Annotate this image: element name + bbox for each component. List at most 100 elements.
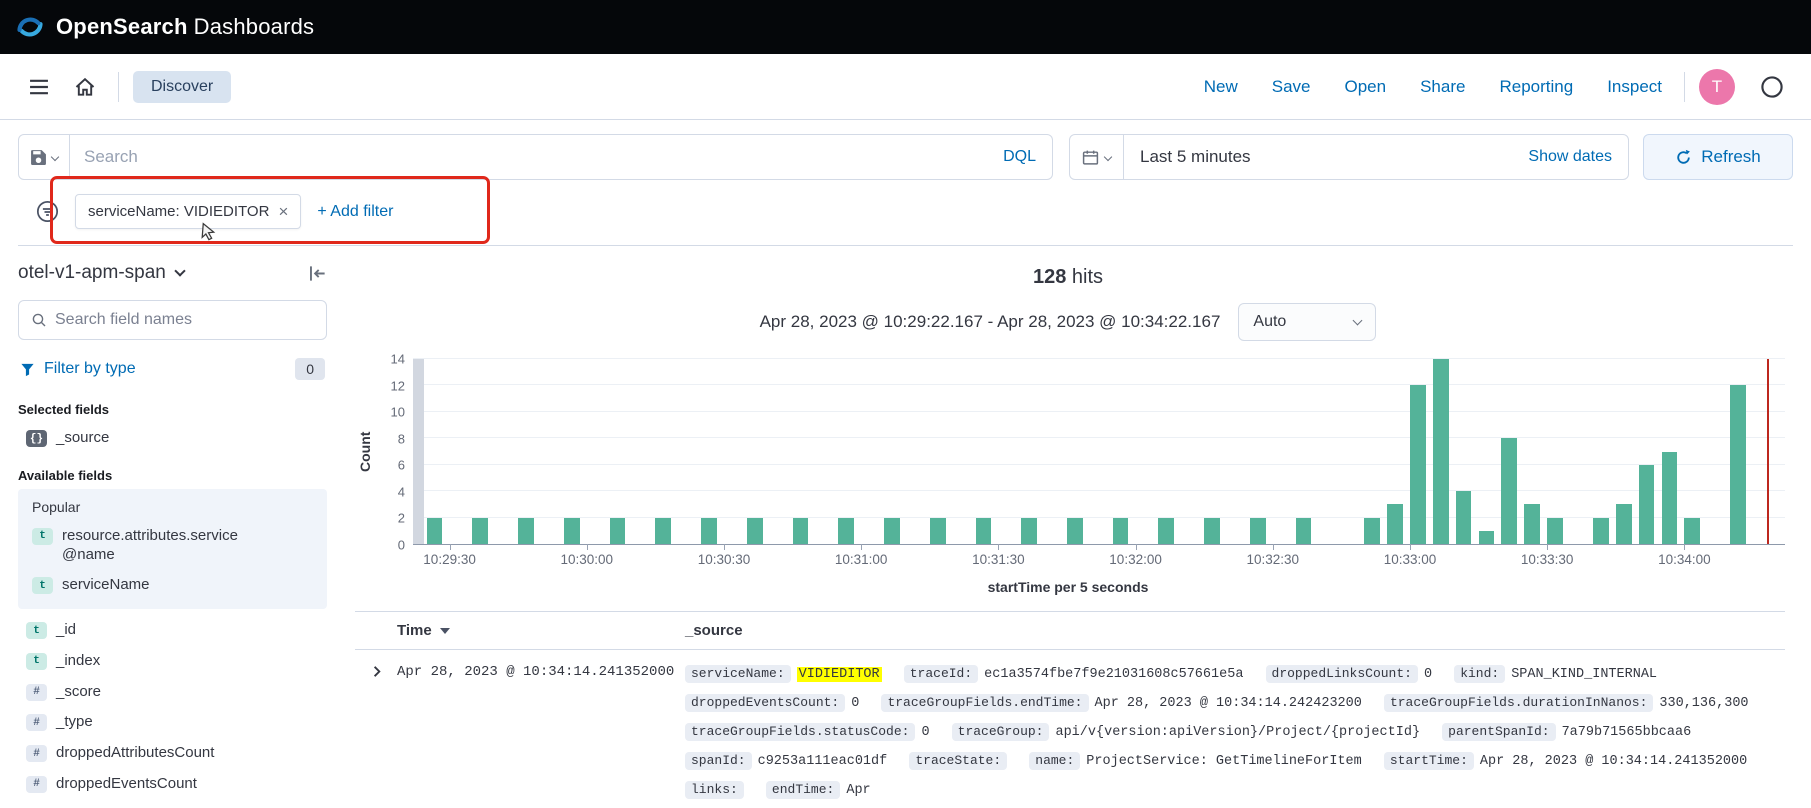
- histogram-bar[interactable]: [472, 518, 488, 544]
- filter-pill[interactable]: serviceName: VIDIEDITOR ×: [75, 194, 301, 229]
- histogram-bar[interactable]: [1021, 518, 1037, 544]
- nav-divider: [1684, 72, 1685, 102]
- field-search-input[interactable]: [55, 311, 314, 329]
- histogram-bar[interactable]: [610, 518, 626, 544]
- field-item-_type[interactable]: #_type: [18, 707, 327, 738]
- menu-button[interactable]: [20, 68, 58, 106]
- chevron-down-icon: [1104, 153, 1112, 161]
- nav-link-open[interactable]: Open: [1345, 77, 1387, 97]
- x-tick-label: 10:30:30: [698, 552, 751, 567]
- histogram-bar[interactable]: [1501, 438, 1517, 544]
- expand-row-button[interactable]: [355, 660, 397, 679]
- field-item-droppedAttributesCount[interactable]: #droppedAttributesCount: [18, 738, 327, 769]
- histogram-bar[interactable]: [655, 518, 671, 544]
- histogram-bar[interactable]: [1158, 518, 1174, 544]
- available-fields-list: t_idt_index#_score#_type#droppedAttribut…: [18, 615, 327, 800]
- nav-link-save[interactable]: Save: [1272, 77, 1311, 97]
- breadcrumb[interactable]: Discover: [133, 71, 231, 103]
- histogram-bar[interactable]: [518, 518, 534, 544]
- saved-query-button[interactable]: [18, 134, 70, 180]
- histogram-bar[interactable]: [976, 518, 992, 544]
- sort-desc-icon[interactable]: [440, 628, 450, 634]
- x-tick-label: 10:33:30: [1521, 552, 1574, 567]
- field-item-droppedEventsCount[interactable]: # droppedEventsCount: [18, 769, 327, 800]
- query-section: DQL Last 5 minutes Show dates Refresh se…: [0, 120, 1811, 246]
- nav-link-new[interactable]: New: [1204, 77, 1238, 97]
- user-menu-icon[interactable]: [1753, 68, 1791, 106]
- nav-link-reporting[interactable]: Reporting: [1499, 77, 1573, 97]
- calendar-button[interactable]: [1070, 135, 1124, 179]
- selected-fields-heading: Selected fields: [18, 402, 327, 417]
- histogram-bar[interactable]: [1364, 518, 1380, 544]
- histogram-bar[interactable]: [1616, 504, 1632, 544]
- histogram-bar[interactable]: [1410, 385, 1426, 544]
- field-type-number-icon: #: [26, 776, 47, 793]
- field-name: droppedEventsCount: [56, 775, 197, 794]
- histogram-bar[interactable]: [1296, 518, 1312, 544]
- histogram-bar[interactable]: [1524, 504, 1540, 544]
- index-pattern-select[interactable]: otel-v1-apm-span: [18, 262, 184, 284]
- filter-by-type[interactable]: Filter by type 0: [18, 354, 327, 394]
- histogram-bar[interactable]: [1639, 465, 1655, 544]
- histogram-bar[interactable]: [1547, 518, 1563, 544]
- histogram-bar[interactable]: [884, 518, 900, 544]
- histogram-bar[interactable]: [1067, 518, 1083, 544]
- top-header-bar: OpenSearchDashboards: [0, 0, 1811, 54]
- funnel-icon: [20, 362, 35, 377]
- filter-pill-label: serviceName: VIDIEDITOR: [88, 203, 269, 220]
- histogram-bar[interactable]: [793, 518, 809, 544]
- popular-heading: Popular: [24, 497, 321, 521]
- field-item-_index[interactable]: t_index: [18, 646, 327, 677]
- field-item-_id[interactable]: t_id: [18, 615, 327, 646]
- field-item-resource.attributes.service@name[interactable]: tresource.attributes.service@name: [24, 521, 321, 571]
- interval-select[interactable]: Auto: [1238, 303, 1376, 341]
- field-item-_source[interactable]: {}_source: [18, 423, 327, 454]
- source-field-traceState: traceState:: [909, 747, 1007, 776]
- nav-link-share[interactable]: Share: [1420, 77, 1465, 97]
- histogram-bar[interactable]: [427, 518, 443, 544]
- histogram-bar[interactable]: [747, 518, 763, 544]
- histogram-bar[interactable]: [1479, 531, 1495, 544]
- home-button[interactable]: [66, 68, 104, 106]
- avatar[interactable]: T: [1699, 69, 1735, 105]
- add-filter-button[interactable]: + Add filter: [317, 203, 393, 221]
- query-input-wrap: DQL: [70, 134, 1053, 180]
- column-header-time[interactable]: Time: [355, 622, 685, 639]
- field-type-number-icon: #: [26, 745, 47, 762]
- collapse-sidebar-button[interactable]: [308, 264, 327, 283]
- nav-actions-links: New Save Open Share Reporting Inspect: [1204, 77, 1662, 97]
- histogram-bar[interactable]: [1387, 504, 1403, 544]
- x-tick-label: 10:32:00: [1109, 552, 1162, 567]
- remove-filter-icon[interactable]: ×: [278, 203, 288, 220]
- query-language-button[interactable]: DQL: [987, 148, 1052, 166]
- collapse-left-icon: [308, 264, 327, 283]
- opensearch-logo-icon[interactable]: [16, 13, 44, 41]
- histogram-bar[interactable]: [1204, 518, 1220, 544]
- interval-value: Auto: [1253, 313, 1286, 331]
- histogram-bar[interactable]: [1456, 491, 1472, 544]
- source-field-traceGroup: traceGroup:api/v{version:apiVersion}/Pro…: [952, 718, 1420, 747]
- y-tick-label: 0: [398, 538, 405, 553]
- app-nav-bar: Discover New Save Open Share Reporting Inspec…: [0, 54, 1811, 120]
- time-range-display[interactable]: Last 5 minutes: [1124, 135, 1512, 179]
- nav-link-inspect[interactable]: Inspect: [1607, 77, 1662, 97]
- histogram-bar[interactable]: [701, 518, 717, 544]
- refresh-icon: [1675, 149, 1692, 166]
- histogram-bar[interactable]: [1593, 518, 1609, 544]
- histogram-bar[interactable]: [1433, 359, 1449, 544]
- histogram-bar[interactable]: [1730, 385, 1746, 544]
- discover-main: 128 hits Apr 28, 2023 @ 10:29:22.167 - A…: [341, 246, 1811, 808]
- field-item-_score[interactable]: #_score: [18, 677, 327, 708]
- histogram-bar[interactable]: [930, 518, 946, 544]
- histogram-bar[interactable]: [1113, 518, 1129, 544]
- field-item-serviceName[interactable]: tserviceName: [24, 570, 321, 601]
- x-tick-label: 10:29:30: [423, 552, 476, 567]
- search-input[interactable]: [70, 147, 987, 167]
- refresh-button[interactable]: Refresh: [1643, 134, 1793, 180]
- show-dates-button[interactable]: Show dates: [1512, 135, 1628, 179]
- histogram-bar[interactable]: [564, 518, 580, 544]
- histogram-bar[interactable]: [1250, 518, 1266, 544]
- histogram-bar[interactable]: [838, 518, 854, 544]
- histogram-bar[interactable]: [1684, 518, 1700, 544]
- histogram-bar[interactable]: [1662, 452, 1678, 545]
